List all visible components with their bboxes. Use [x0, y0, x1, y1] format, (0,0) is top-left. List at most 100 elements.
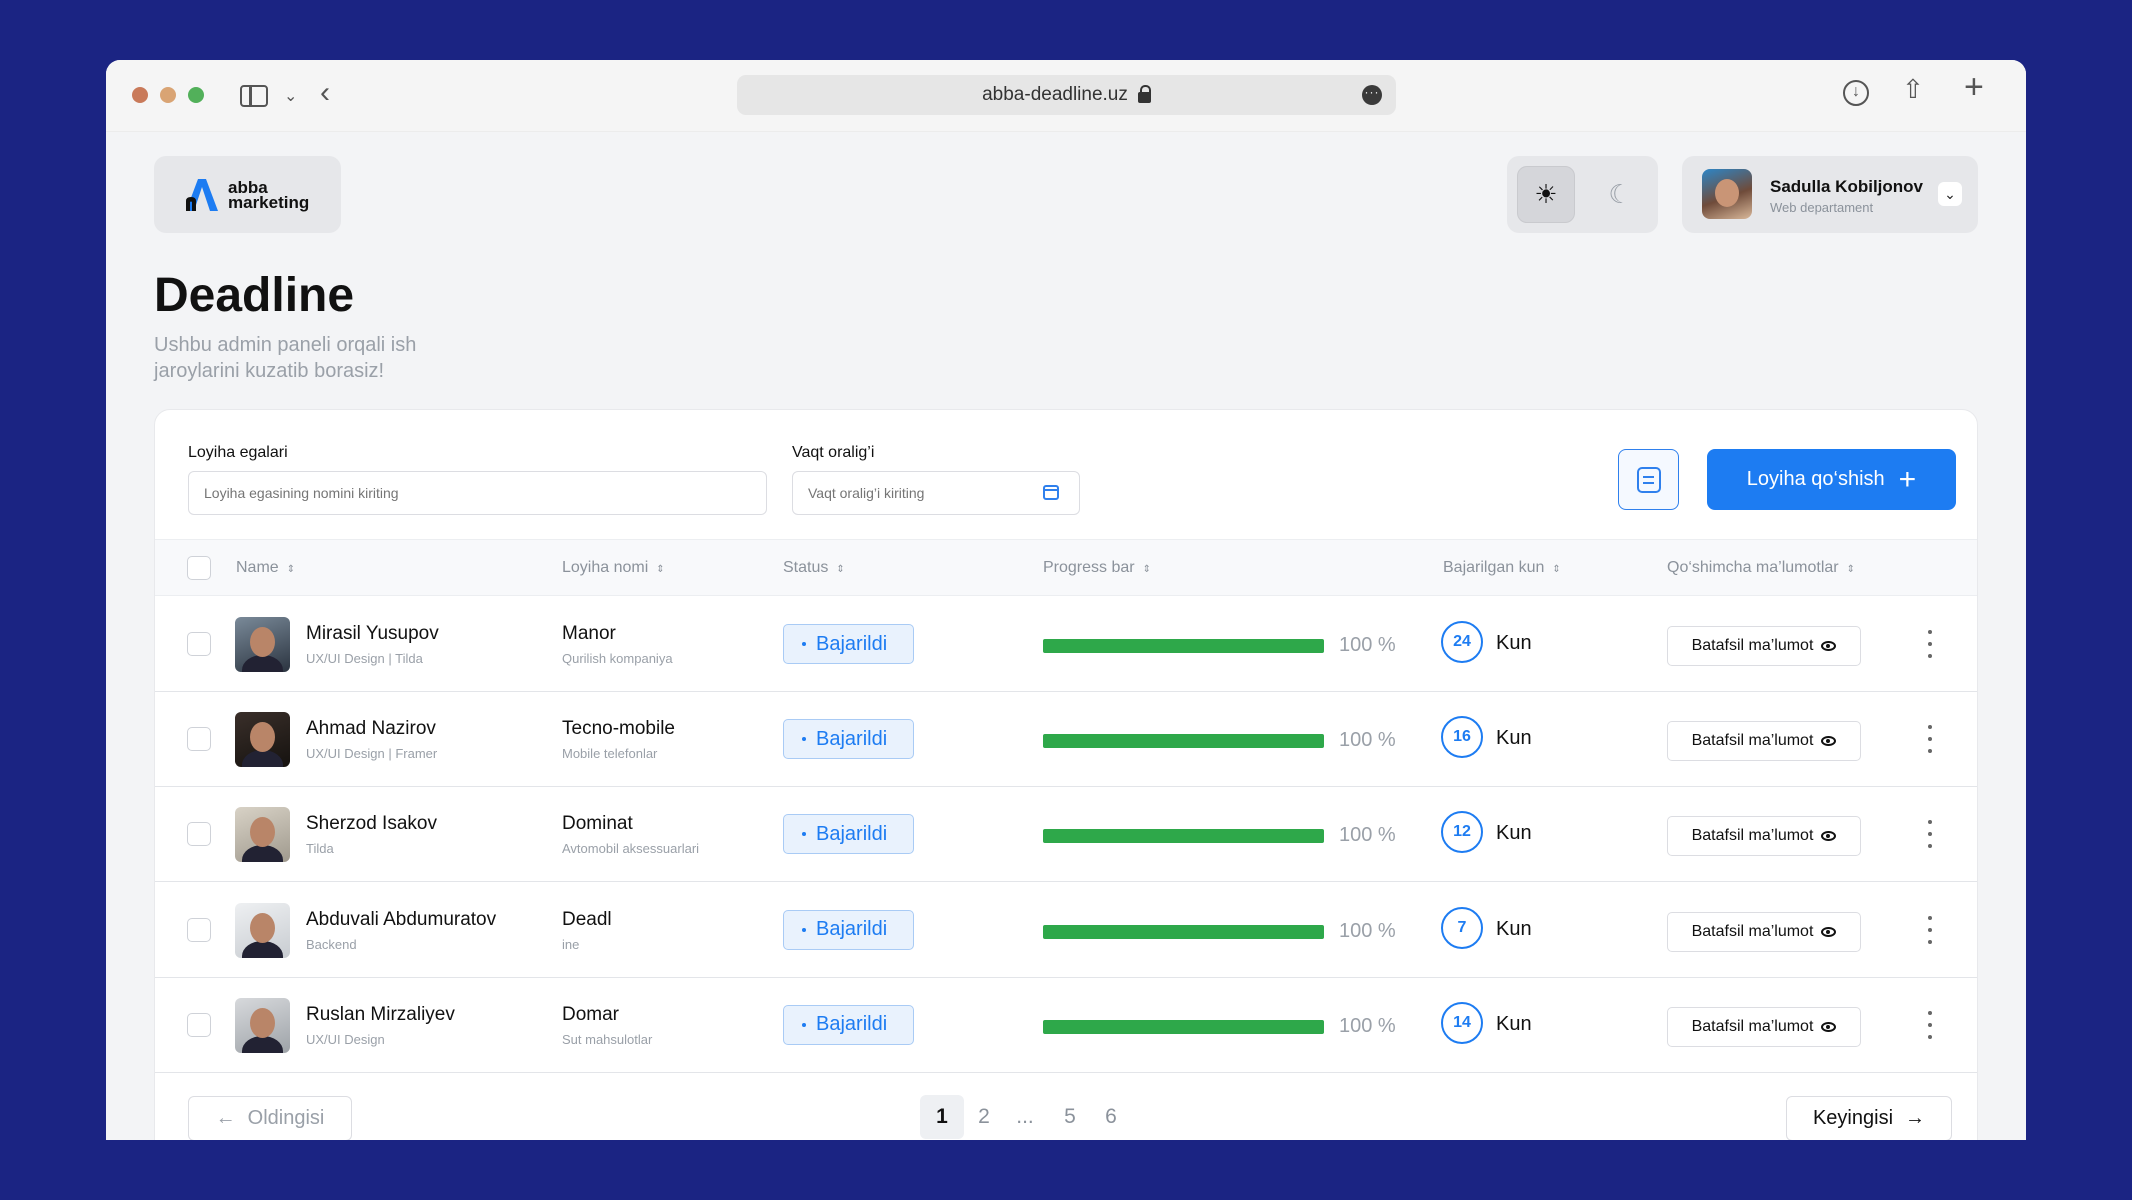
sidebar-toggle-icon[interactable] [240, 85, 268, 107]
owner-search-input[interactable] [188, 471, 767, 515]
person-role: Backend [306, 936, 357, 952]
page-number[interactable]: 2 [962, 1095, 1006, 1139]
column-header[interactable]: Qo‘shimcha ma’lumotlar ⇕ [1667, 559, 1855, 577]
more-vertical-icon[interactable] [1927, 725, 1933, 754]
logo-text: abba marketing [228, 179, 310, 212]
page-number[interactable]: 6 [1089, 1095, 1133, 1139]
row-checkbox[interactable] [187, 727, 211, 752]
next-page-button[interactable]: Keyingisi → [1786, 1096, 1952, 1140]
next-label: Keyingisi [1812, 1107, 1894, 1129]
calendar-icon[interactable] [1043, 485, 1059, 500]
person-name: Sherzod Isakov [306, 813, 437, 835]
minimize-window-button[interactable] [160, 87, 176, 103]
sort-icon: ⇕ [1142, 564, 1151, 575]
page-number[interactable]: 1 [920, 1095, 964, 1139]
light-mode-button[interactable]: ☀ [1517, 166, 1575, 223]
details-button[interactable]: Batafsil ma’lumot [1667, 816, 1861, 857]
progress-bar [1043, 924, 1324, 939]
status-dot [802, 1022, 806, 1027]
more-vertical-icon[interactable] [1927, 915, 1933, 944]
row-checkbox[interactable] [187, 822, 211, 847]
status-badge: Bajarildi [783, 624, 914, 664]
share-icon[interactable]: ⇧ [1902, 76, 1924, 102]
person-name: Mirasil Yusupov [306, 623, 439, 644]
days-count: 12 [1441, 811, 1483, 854]
project-name: Domar [562, 1003, 620, 1025]
select-all-checkbox[interactable] [187, 556, 211, 580]
url-text: abba-deadline.uz [982, 84, 1128, 105]
owner-filter-label: Loyiha egalari [188, 444, 288, 461]
details-button[interactable]: Batafsil ma’lumot [1667, 721, 1861, 762]
row-checkbox[interactable] [187, 917, 211, 942]
table-row: Ahmad Nazirov UX/UI Design | Framer Tecn… [155, 692, 1977, 788]
avatar [235, 807, 290, 863]
status-badge: Bajarildi [783, 1004, 914, 1045]
previous-page-button[interactable]: ← Oldingisi [188, 1096, 352, 1140]
progress-fill [1043, 829, 1324, 844]
eye-icon [1821, 831, 1837, 842]
user-menu[interactable]: Sadulla Kobiljonov Web departament ⌄ [1682, 156, 1978, 233]
row-checkbox[interactable] [187, 1012, 211, 1037]
progress-percent: 100 % [1339, 729, 1396, 752]
chevron-down-icon[interactable]: ⌄ [1938, 182, 1962, 206]
sort-icon: ⇕ [1552, 564, 1561, 575]
details-label: Batafsil ma’lumot [1691, 827, 1814, 845]
row-checkbox[interactable] [187, 632, 211, 656]
details-button[interactable]: Batafsil ma’lumot [1667, 911, 1861, 952]
details-button[interactable]: Batafsil ma’lumot [1667, 626, 1861, 666]
column-header[interactable]: Progress bar ⇕ [1043, 559, 1151, 577]
dark-mode-button[interactable]: ☾ [1591, 166, 1649, 223]
maximize-window-button[interactable] [188, 87, 204, 103]
logo[interactable]: abba marketing [154, 156, 341, 233]
column-label: Progress bar [1043, 559, 1135, 576]
time-range-input[interactable] [792, 471, 1080, 515]
arrow-left-icon: ← [215, 1107, 236, 1129]
person-name: Ruslan Mirzaliyev [306, 1003, 455, 1025]
lock-icon [1137, 84, 1151, 103]
back-icon[interactable]: ‹ [320, 78, 330, 108]
progress-fill [1043, 1019, 1324, 1034]
chevron-down-icon[interactable]: ⌄ [284, 84, 297, 110]
download-icon[interactable]: ↓ [1843, 80, 1869, 106]
table-row: Ruslan Mirzaliyev UX/UI Design Domar Sut… [155, 978, 1977, 1073]
column-header[interactable]: Status ⇕ [783, 559, 845, 577]
project-name: Tecno-mobile [562, 718, 675, 740]
arrow-right-icon: → [1905, 1107, 1926, 1129]
days-unit: Kun [1496, 1012, 1532, 1035]
person-role: Tilda [306, 841, 334, 857]
address-bar[interactable]: abba-deadline.uz ··· [737, 75, 1396, 115]
sun-icon: ☀ [1534, 179, 1558, 209]
project-description: Avtomobil aksessuarlari [562, 841, 700, 857]
more-vertical-icon[interactable] [1927, 820, 1933, 849]
more-vertical-icon[interactable] [1927, 1010, 1933, 1039]
details-label: Batafsil ma’lumot [1691, 637, 1814, 654]
column-header[interactable]: Bajarilgan kun ⇕ [1443, 559, 1561, 577]
status-label: Bajarildi [816, 1013, 888, 1036]
previous-label: Oldingisi [247, 1107, 325, 1129]
details-label: Batafsil ma’lumot [1691, 922, 1814, 940]
table-row: Mirasil Yusupov UX/UI Design | Tilda Man… [155, 597, 1977, 692]
status-badge: Bajarildi [783, 814, 914, 855]
status-dot [802, 737, 806, 742]
new-tab-icon[interactable]: + [1964, 70, 1984, 104]
eye-icon [1821, 1021, 1837, 1032]
logo-line2: marketing [228, 192, 310, 212]
person-role: UX/UI Design [306, 1031, 385, 1047]
more-options-icon[interactable]: ··· [1362, 85, 1382, 105]
user-name: Sadulla Kobiljonov [1770, 177, 1924, 196]
status-badge: Bajarildi [783, 719, 914, 760]
table-row: Abduvali Abdumuratov Backend Deadl ine B… [155, 883, 1977, 978]
more-vertical-icon[interactable] [1927, 630, 1933, 658]
add-project-button[interactable]: Loyiha qo‘shish + [1707, 449, 1956, 510]
days-count: 24 [1441, 621, 1483, 663]
projects-panel: Loyiha egalari Vaqt oralig’i Loyiha qo‘s… [154, 409, 1978, 1140]
project-description: Mobile telefonlar [562, 746, 658, 762]
progress-bar [1043, 829, 1324, 844]
page-number[interactable]: 5 [1048, 1095, 1092, 1139]
close-window-button[interactable] [132, 87, 148, 103]
details-button[interactable]: Batafsil ma’lumot [1667, 1006, 1861, 1047]
column-header[interactable]: Name ⇕ [236, 559, 295, 577]
calendar-button[interactable] [1618, 449, 1679, 510]
page-subtitle: Ushbu admin paneli orqali ish jaroylarin… [154, 334, 417, 382]
column-header[interactable]: Loyiha nomi ⇕ [562, 559, 665, 577]
